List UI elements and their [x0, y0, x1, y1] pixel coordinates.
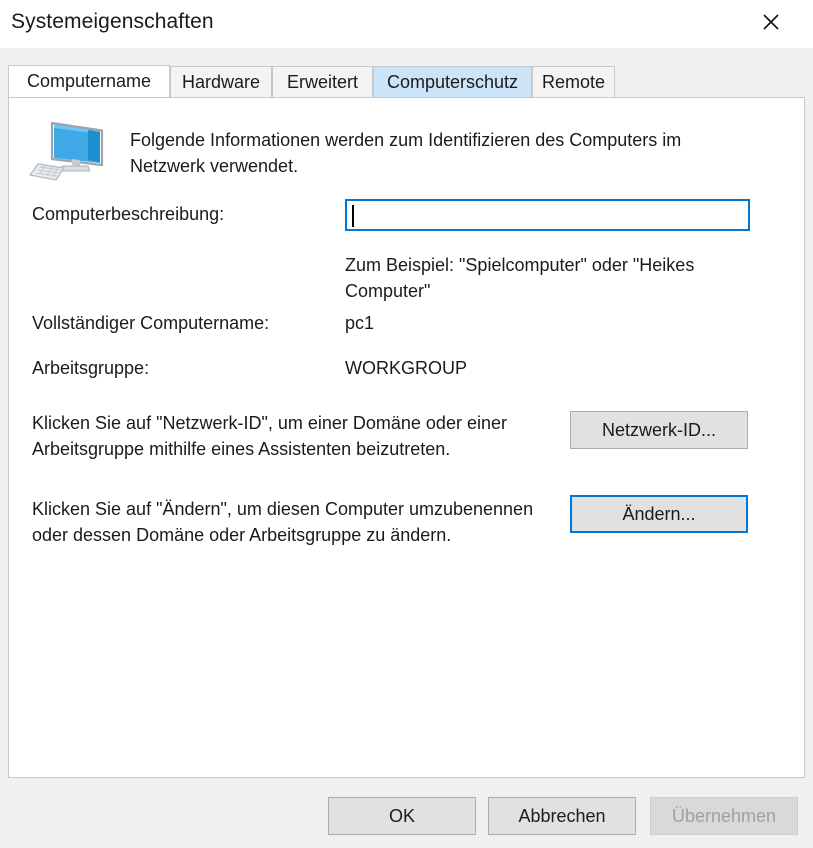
tab-computername[interactable]: Computername: [8, 65, 170, 98]
tab-computerschutz[interactable]: Computerschutz: [373, 66, 532, 98]
button-label: Netzwerk-ID...: [601, 419, 716, 440]
computer-monitor-icon: [28, 118, 108, 186]
tab-hardware[interactable]: Hardware: [170, 66, 272, 98]
button-label: Übernehmen: [671, 805, 777, 826]
button-label: OK: [388, 805, 415, 826]
network-id-description: Klicken Sie auf "Netzwerk-ID", um einer …: [32, 413, 507, 459]
tab-label: Computerschutz: [386, 71, 519, 92]
network-id-button[interactable]: Netzwerk-ID...: [570, 411, 748, 449]
cancel-button[interactable]: Abbrechen: [488, 797, 636, 835]
window-title: Systemeigenschaften: [11, 10, 214, 33]
button-label: Abbrechen: [518, 805, 606, 826]
intro-text: Folgende Informationen werden zum Identi…: [130, 130, 682, 176]
tab-erweitert[interactable]: Erweitert: [272, 66, 373, 98]
tab-remote[interactable]: Remote: [532, 66, 615, 98]
computer-description-label: Computerbeschreibung:: [32, 204, 225, 224]
workgroup-value: WORKGROUP: [345, 358, 468, 378]
tab-strip: Computername Hardware Erweitert Computer…: [8, 65, 805, 98]
tab-label: Erweitert: [286, 71, 358, 92]
button-label: Ändern...: [622, 503, 696, 524]
tab-label: Hardware: [181, 71, 261, 92]
full-computer-name-label: Vollständiger Computername:: [32, 313, 270, 333]
computer-description-hint: Zum Beispiel: "Spielcomputer" oder "Heik…: [345, 255, 695, 301]
close-icon: [761, 12, 781, 32]
change-description: Klicken Sie auf "Ändern", um diesen Comp…: [32, 499, 534, 545]
change-button[interactable]: Ändern...: [570, 495, 748, 533]
ok-button[interactable]: OK: [328, 797, 476, 835]
tab-label: Remote: [541, 71, 606, 92]
tab-label: Computername: [26, 71, 152, 91]
close-button[interactable]: [742, 0, 800, 44]
workgroup-label: Arbeitsgruppe:: [32, 358, 150, 378]
apply-button: Übernehmen: [650, 797, 798, 835]
title-bar: Systemeigenschaften: [0, 0, 813, 48]
full-computer-name-value: pc1: [345, 313, 375, 333]
computer-description-input[interactable]: [345, 199, 750, 231]
text-caret: [352, 205, 354, 227]
